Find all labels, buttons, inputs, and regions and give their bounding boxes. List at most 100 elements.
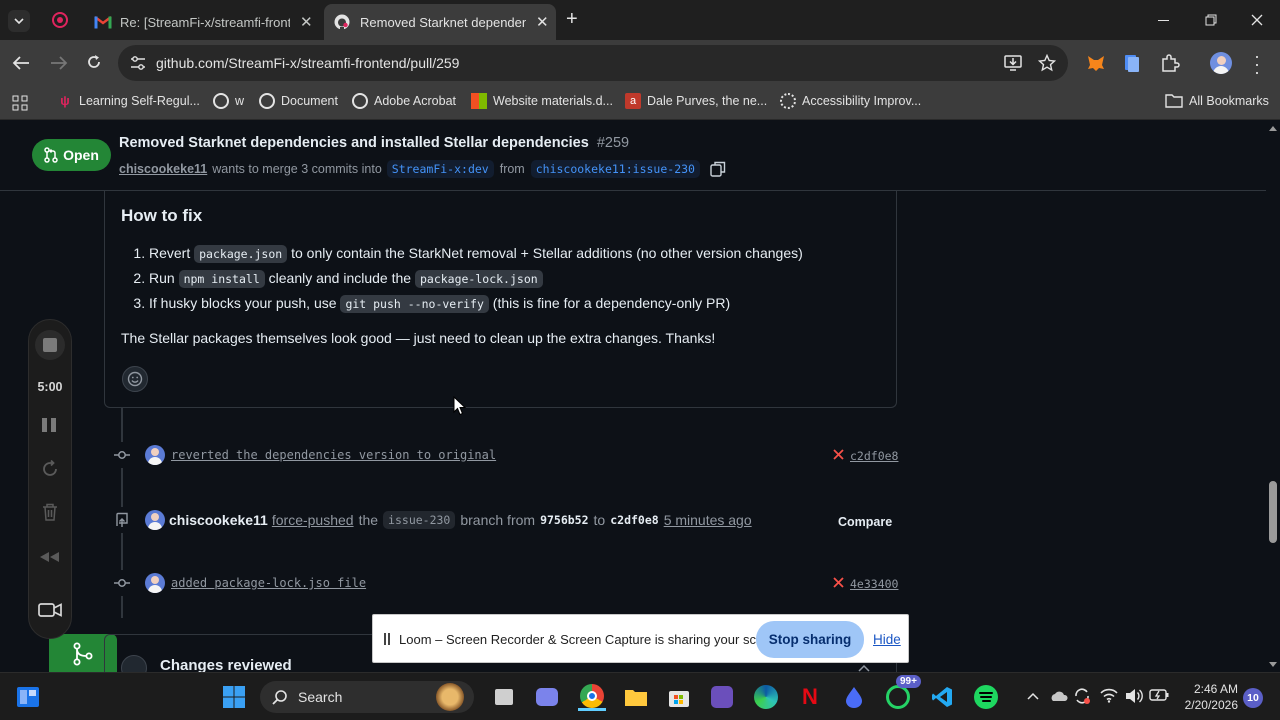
stop-recording-button[interactable]	[35, 330, 65, 360]
back-icon[interactable]	[12, 55, 30, 71]
chrome-button[interactable]	[578, 683, 606, 711]
force-pushed-link[interactable]: force-pushed	[272, 512, 354, 528]
head-branch[interactable]: chiscookeke11:issue-230	[530, 160, 700, 178]
commit-sha-link[interactable]: 4e33400	[850, 577, 898, 591]
pause-button[interactable]	[42, 418, 56, 432]
file-explorer-button[interactable]	[622, 683, 650, 711]
tab-gmail[interactable]: Re: [StreamFi-x/streamfi-fronten ✕	[84, 4, 322, 40]
check-failed-icon[interactable]	[833, 577, 844, 588]
trash-icon[interactable]	[42, 503, 58, 521]
pr-title[interactable]: Removed Starknet dependencies and instal…	[119, 135, 589, 151]
muffin-icon	[436, 683, 464, 711]
timestamp-link[interactable]: 5 minutes ago	[664, 512, 752, 528]
avatar[interactable]	[145, 510, 165, 530]
bookmark-adobe[interactable]: Adobe Acrobat	[352, 93, 456, 109]
battery-icon[interactable]	[1149, 688, 1169, 702]
apps-grid-icon[interactable]	[12, 95, 28, 111]
compare-button[interactable]: Compare	[838, 515, 892, 529]
spotify-button[interactable]	[972, 683, 1000, 711]
metamask-icon[interactable]	[1086, 53, 1106, 73]
pr-title-line: Removed Starknet dependencies and instal…	[119, 135, 629, 151]
scroll-up-icon[interactable]	[1269, 125, 1277, 131]
notification-center-badge[interactable]: 10	[1243, 688, 1263, 708]
branch-name[interactable]: issue-230	[383, 511, 456, 529]
scrollbar-thumb[interactable]	[1269, 481, 1277, 543]
copy-icon[interactable]	[710, 161, 726, 177]
scroll-down-icon[interactable]	[1269, 662, 1277, 668]
taskbar-search[interactable]: Search	[260, 681, 474, 713]
globe-icon	[259, 93, 275, 109]
restore-button[interactable]	[1188, 0, 1234, 40]
all-bookmarks[interactable]: All Bookmarks	[1165, 93, 1269, 108]
bookmark-document[interactable]: Document	[259, 93, 338, 109]
bookmark-accessibility[interactable]: Accessibility Improv...	[780, 93, 921, 109]
system-clock[interactable]: 2:46 AM 2/20/2026	[1176, 681, 1238, 713]
check-failed-icon[interactable]	[833, 449, 844, 460]
forward-icon[interactable]	[50, 55, 68, 71]
drag-handle[interactable]	[384, 633, 390, 645]
reload-icon[interactable]	[86, 54, 102, 70]
from-sha[interactable]: 9756b52	[540, 513, 588, 527]
bookmark-website-materials[interactable]: Website materials.d...	[471, 93, 613, 109]
camera-icon[interactable]	[38, 602, 62, 618]
avatar[interactable]	[145, 573, 165, 593]
onedrive-icon[interactable]	[1048, 687, 1068, 703]
record-icon[interactable]	[52, 12, 68, 28]
to-sha[interactable]: c2df0e8	[610, 513, 658, 527]
search-icon	[272, 690, 287, 705]
app-button[interactable]	[708, 683, 736, 711]
bookmark-w[interactable]: w	[213, 93, 244, 109]
base-branch[interactable]: StreamFi-x:dev	[386, 160, 494, 178]
menu-kebab-icon[interactable]: · · ·	[1254, 47, 1260, 81]
vscode-button[interactable]	[928, 683, 956, 711]
url-text[interactable]: github.com/StreamFi-x/streamfi-frontend/…	[156, 55, 459, 71]
extension-doc-icon[interactable]	[1124, 53, 1140, 73]
profile-avatar[interactable]	[1210, 52, 1232, 74]
author-link[interactable]: chiscookeke11	[169, 512, 268, 528]
site-info-icon[interactable]	[130, 56, 146, 70]
teams-button[interactable]	[533, 683, 561, 711]
tab-search-button[interactable]	[8, 10, 30, 32]
add-reaction-button[interactable]	[122, 366, 148, 392]
tab-close-icon[interactable]: ✕	[536, 13, 549, 31]
task-view-button[interactable]	[490, 683, 518, 711]
microsoft-icon	[471, 93, 487, 109]
screen-sharing-banner: Loom – Screen Recorder & Screen Capture …	[372, 614, 909, 663]
github-page: Open Removed Starknet dependencies and i…	[0, 121, 1280, 672]
mouse-cursor-icon	[453, 396, 466, 416]
stop-sharing-button[interactable]: Stop sharing	[756, 621, 864, 658]
hide-button[interactable]: Hide	[873, 632, 901, 647]
avatar[interactable]	[145, 445, 165, 465]
extensions-puzzle-icon[interactable]	[1160, 53, 1180, 73]
install-app-icon[interactable]	[1004, 55, 1022, 71]
chevron-up-icon[interactable]	[858, 664, 870, 672]
commit-message-link[interactable]: added package-lock.jso file	[171, 576, 366, 590]
minimize-button[interactable]	[1140, 0, 1186, 40]
proton-button[interactable]	[840, 683, 868, 711]
wifi-icon[interactable]	[1100, 688, 1118, 703]
chevron-up-icon[interactable]	[1027, 692, 1039, 700]
address-bar[interactable]: github.com/StreamFi-x/streamfi-frontend/…	[118, 45, 1068, 81]
whatsapp-button[interactable]: 99+	[884, 675, 921, 711]
edge-button[interactable]	[752, 683, 780, 711]
page-scrollbar[interactable]	[1266, 121, 1280, 672]
bookmark-star-icon[interactable]	[1038, 54, 1056, 72]
tab-close-icon[interactable]: ✕	[300, 13, 313, 31]
bookmark-learning[interactable]: ψ Learning Self-Regul...	[57, 93, 200, 109]
windows-icon	[223, 686, 245, 708]
restart-icon[interactable]	[41, 460, 59, 478]
volume-icon[interactable]	[1125, 688, 1143, 704]
store-button[interactable]	[665, 683, 693, 711]
commit-sha-link[interactable]: c2df0e8	[850, 449, 898, 463]
tab-pull-request[interactable]: Removed Starknet dependencie ✕	[324, 4, 556, 40]
bookmark-dale-purves[interactable]: a Dale Purves, the ne...	[625, 93, 767, 109]
pr-author-link[interactable]: chiscookeke11	[119, 162, 207, 176]
netflix-button[interactable]: N	[796, 683, 824, 711]
start-button[interactable]	[220, 683, 248, 711]
rewind-icon[interactable]	[39, 551, 61, 563]
commit-message-link[interactable]: reverted the dependencies version to ori…	[171, 448, 496, 462]
new-tab-button[interactable]: +	[566, 8, 578, 31]
close-window-button[interactable]	[1234, 0, 1280, 40]
widgets-button[interactable]	[14, 683, 42, 711]
sync-icon[interactable]	[1073, 687, 1091, 705]
